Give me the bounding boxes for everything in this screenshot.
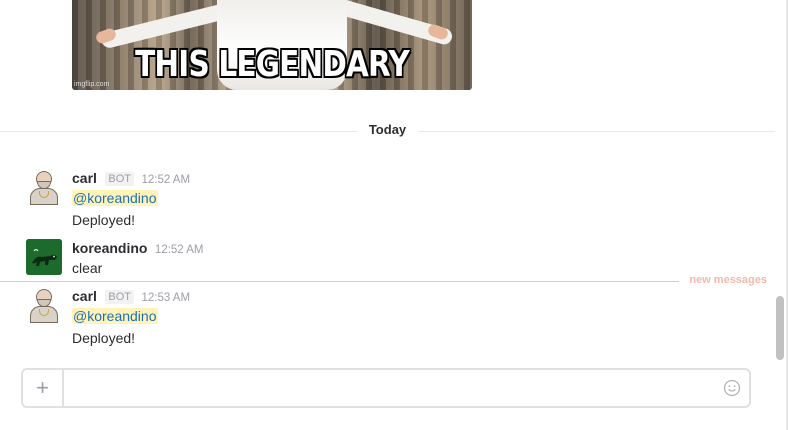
message-composer: +: [21, 368, 751, 408]
message-line: @koreandino: [72, 305, 190, 327]
user-mention[interactable]: @koreandino: [72, 308, 158, 324]
message-header: koreandino 12:52 AM: [72, 239, 204, 257]
scrollbar-thumb[interactable]: [776, 296, 784, 360]
day-divider: Today: [0, 120, 775, 142]
bot-badge: BOT: [105, 172, 134, 186]
new-messages-line: [0, 281, 679, 282]
plus-icon[interactable]: +: [23, 370, 64, 406]
message-content: carl BOT 12:52 AM @koreandino Deployed!: [72, 169, 190, 231]
dino-icon: [26, 239, 62, 275]
message-input[interactable]: [66, 370, 706, 406]
message-text: Deployed!: [72, 212, 136, 228]
meme-image[interactable]: THIS LEGENDARY imgflip.com: [72, 0, 472, 90]
new-messages-label: new messages: [689, 274, 767, 286]
sender-name[interactable]: carl: [72, 288, 97, 304]
carl-avatar[interactable]: [26, 169, 62, 205]
message-header: carl BOT 12:52 AM: [72, 169, 190, 187]
sender-name[interactable]: koreandino: [72, 240, 147, 256]
day-divider-label: Today: [356, 122, 419, 137]
meme-caption: THIS LEGENDARY: [135, 44, 410, 85]
meme-watermark: imgflip.com: [74, 81, 110, 88]
message-timestamp[interactable]: 12:52 AM: [141, 174, 190, 186]
message-text: Deployed!: [72, 330, 136, 346]
sender-name[interactable]: carl: [72, 170, 97, 186]
scrollbar[interactable]: [776, 0, 784, 364]
bot-badge: BOT: [105, 290, 134, 304]
message-header: carl BOT 12:53 AM: [72, 287, 190, 305]
message-line: @koreandino: [72, 187, 190, 209]
message-timestamp[interactable]: 12:52 AM: [155, 244, 204, 256]
carl-avatar[interactable]: [26, 287, 62, 323]
message-content: carl BOT 12:53 AM @koreandino Deployed!: [72, 287, 190, 349]
user-mention[interactable]: @koreandino: [72, 190, 158, 206]
smiley-icon[interactable]: [723, 379, 741, 397]
message-timestamp[interactable]: 12:53 AM: [141, 292, 190, 304]
dino-avatar[interactable]: [26, 239, 62, 275]
message-item: carl BOT 12:52 AM @koreandino Deployed!: [0, 169, 775, 233]
message-item: carl BOT 12:53 AM @koreandino Deployed!: [0, 287, 775, 351]
